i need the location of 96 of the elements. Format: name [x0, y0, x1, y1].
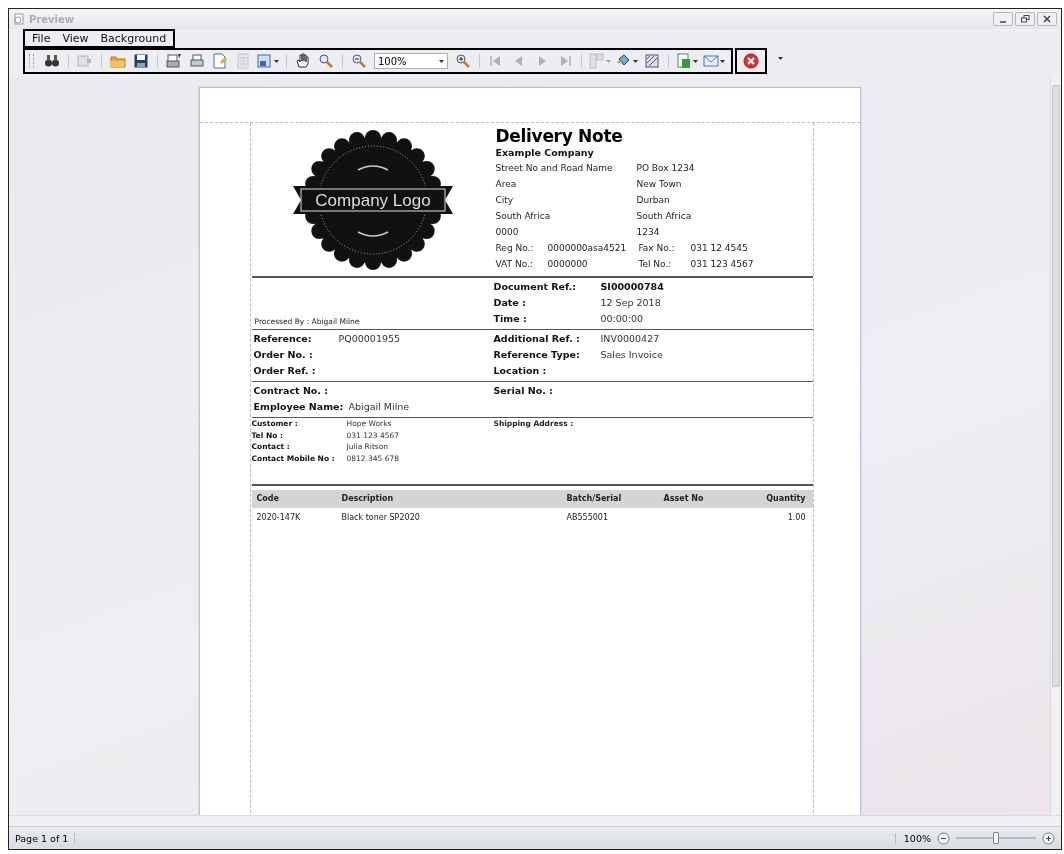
toolbar-grip[interactable]	[29, 54, 34, 68]
printer-settings-icon	[166, 53, 182, 69]
zoom-combo[interactable]: 100%	[374, 53, 448, 69]
table-cell-text: 2020-147K	[255, 512, 302, 524]
field-label: Reference Type:	[493, 348, 581, 362]
field-label: Location :	[493, 364, 548, 378]
restore-button[interactable]	[1015, 12, 1035, 26]
caret-icon	[720, 59, 725, 63]
hand-icon	[295, 53, 311, 69]
close-button[interactable]	[1037, 12, 1057, 26]
address-line: South Africa	[636, 210, 693, 223]
caret-icon	[777, 56, 783, 60]
plus-icon	[1042, 831, 1055, 845]
address-line: 1234	[636, 226, 661, 239]
address-line: PO Box 1234	[636, 162, 696, 175]
caret-icon	[439, 59, 444, 63]
field-value: 031 123 4567	[690, 258, 755, 271]
email-icon	[703, 53, 719, 69]
page-layout-icon	[257, 53, 273, 69]
window-title: Preview	[29, 13, 74, 25]
field-value: INV0000427	[600, 332, 661, 346]
field-label: Document Ref.:	[493, 280, 578, 294]
field-label: Reference:	[253, 332, 313, 346]
export-icon	[676, 53, 692, 69]
export-button[interactable]	[674, 51, 700, 71]
field-label: Order No. :	[253, 348, 314, 362]
search-icon	[44, 53, 60, 69]
field-label: Reg No.:	[495, 242, 535, 255]
page-setup-icon	[212, 53, 228, 69]
caret-icon	[606, 59, 611, 63]
page-icon	[235, 53, 251, 69]
field-label: Tel No.:	[638, 258, 673, 271]
field-value: 031 12 4545	[690, 242, 749, 255]
preview-icon	[13, 13, 25, 25]
column-header: Description	[340, 493, 395, 505]
multiple-pages-icon	[589, 53, 605, 69]
address-line: 0000	[495, 226, 520, 239]
field-value: Abigail Milne	[348, 400, 411, 414]
address-line: Durban	[636, 194, 671, 207]
field-label: Date :	[493, 296, 527, 310]
address-line: Area	[495, 178, 518, 191]
address-line: City	[495, 194, 515, 207]
menu-item[interactable]: View	[57, 32, 94, 45]
field-label: Employee Name:	[253, 400, 345, 414]
field-label: Serial No. :	[493, 384, 554, 398]
minus-icon	[937, 831, 950, 845]
close-icon	[1043, 15, 1051, 23]
field-value: 00:00:00	[600, 312, 645, 326]
zoom-in-icon	[455, 53, 471, 69]
address-line: New Town	[636, 178, 683, 191]
field-value: SI00000784	[600, 280, 665, 294]
field-value: Sales Invoice	[600, 348, 664, 362]
column-header: Asset No	[662, 493, 705, 505]
field-label: Fax No.:	[638, 242, 676, 255]
printer-icon	[189, 53, 205, 69]
restore-icon	[1020, 15, 1030, 23]
close-preview-button[interactable]	[740, 51, 762, 71]
horizontal-scrollbar[interactable]	[9, 815, 1061, 826]
zoom-level: 100%	[894, 832, 931, 844]
table-cell-text: AB555001	[565, 512, 609, 524]
field-value: 0000000	[547, 258, 589, 271]
save-icon	[133, 53, 149, 69]
column-header: Code	[255, 493, 281, 505]
zoom-out-icon	[351, 53, 367, 69]
page-layout-button[interactable]	[255, 51, 281, 71]
table-cell-text: Black toner SP2020	[340, 512, 421, 524]
field-label: Contract No. :	[253, 384, 330, 398]
close-icon	[743, 53, 759, 69]
field-value: PQ00001955	[338, 332, 402, 346]
table-cell-text: 1.00	[786, 512, 807, 524]
menu-item[interactable]: File	[27, 32, 56, 45]
zoom-out-button[interactable]	[937, 831, 950, 845]
minimize-button[interactable]	[993, 12, 1013, 26]
caret-icon	[633, 59, 638, 63]
folder-icon	[110, 53, 126, 69]
vertical-scrollbar[interactable]	[1050, 77, 1061, 815]
field-label: VAT No.:	[495, 258, 534, 271]
field-label: Time :	[493, 312, 528, 326]
page-count: Page 1 of 1	[15, 832, 76, 844]
zoom-icon	[318, 53, 334, 69]
column-header: Quantity	[765, 493, 807, 505]
field-value: 12 Sep 2018	[600, 296, 662, 310]
slider-thumb[interactable]	[993, 832, 999, 844]
caret-icon	[274, 59, 279, 63]
menu-item[interactable]: Background	[95, 32, 172, 45]
company-name: Example Company	[495, 146, 595, 160]
field-label: Order Ref. :	[253, 364, 317, 378]
field-label: Additional Ref. :	[493, 332, 581, 346]
caret-icon	[693, 59, 698, 63]
watermark-icon	[644, 53, 660, 69]
field-value: 0000000asa4521	[547, 242, 628, 255]
address-line: South Africa	[495, 210, 552, 223]
document-title: Delivery Note	[495, 126, 624, 146]
column-header: Batch/Serial	[565, 493, 623, 505]
address-line: Street No and Road Name	[495, 162, 614, 175]
zoom-in-button[interactable]	[1042, 831, 1055, 845]
